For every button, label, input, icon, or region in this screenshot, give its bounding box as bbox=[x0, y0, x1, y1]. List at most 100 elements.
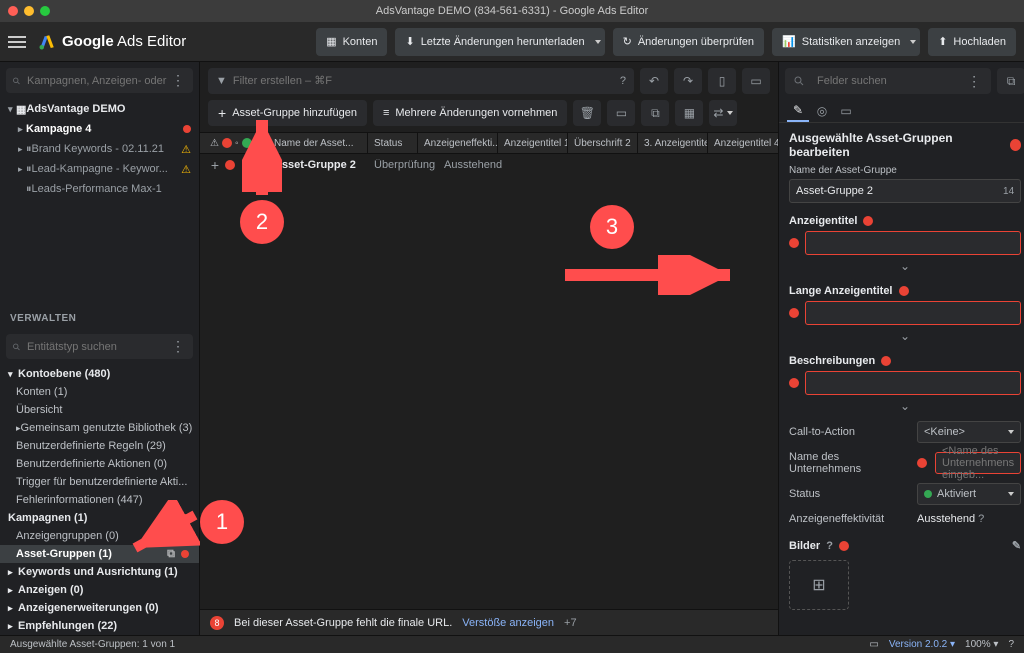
business-name-input[interactable]: <Name des Unternehmens eingeb... bbox=[935, 452, 1021, 474]
error-count-badge: 8 bbox=[210, 616, 224, 630]
status-label: Status bbox=[789, 488, 909, 500]
filter-input[interactable] bbox=[233, 75, 614, 87]
delete-button[interactable]: 🗑 bbox=[573, 100, 601, 126]
add-row-icon[interactable]: + bbox=[208, 157, 222, 173]
help-icon[interactable]: ? bbox=[620, 75, 626, 87]
preview-tab[interactable]: ▭ bbox=[835, 100, 857, 122]
nav-konten[interactable]: Konten (1) bbox=[0, 383, 199, 401]
maximize-window-button[interactable] bbox=[40, 6, 50, 16]
version-label[interactable]: Version 2.0.2 ▾ bbox=[889, 639, 955, 650]
fields-search-input[interactable] bbox=[817, 75, 959, 87]
nav-anzeigengruppen[interactable]: Anzeigengruppen (0) bbox=[0, 527, 199, 545]
window-titlebar: AdsVantage DEMO (834-561-6331) - Google … bbox=[0, 0, 1024, 22]
table-row[interactable]: + Asset-Gruppe 2 Überprüfung st... Ausst… bbox=[200, 154, 778, 176]
th-headline-4[interactable]: Anzeigentitel 4 bbox=[708, 133, 778, 153]
fields-search[interactable]: ⋮ bbox=[785, 68, 991, 94]
nav-kampagnen[interactable]: Kampagnen (1) bbox=[0, 509, 199, 527]
redo-button[interactable]: ↷ bbox=[674, 68, 702, 94]
expand-headlines[interactable]: ⌄ bbox=[789, 259, 1021, 273]
nav-account-level[interactable]: ▾Kontoebene (480) bbox=[0, 365, 199, 383]
accounts-button[interactable]: ▦ Konten bbox=[316, 28, 387, 56]
multi-edit-button[interactable]: ≡ Mehrere Änderungen vornehmen bbox=[373, 100, 567, 126]
upload-button[interactable]: ⬆ Hochladen bbox=[928, 28, 1016, 56]
google-ads-icon bbox=[38, 33, 56, 51]
filter-icon: ▼ bbox=[216, 75, 227, 87]
description-input[interactable] bbox=[805, 371, 1021, 395]
th-headline-2[interactable]: Überschrift 2 bbox=[568, 133, 638, 153]
add-asset-group-button[interactable]: +Asset-Gruppe hinzufügen bbox=[208, 100, 367, 126]
error-bar: 8 Bei dieser Asset-Gruppe fehlt die fina… bbox=[200, 609, 778, 635]
campaign-search[interactable]: ⋮ bbox=[6, 68, 193, 93]
th-status-icons[interactable]: ⚠◦ bbox=[204, 133, 268, 153]
download-changes-button[interactable]: ⬇ Letzte Änderungen herunterladen bbox=[395, 28, 604, 56]
expand-long-headlines[interactable]: ⌄ bbox=[789, 329, 1021, 343]
tree-account[interactable]: ▾▦ AdsVantage DEMO bbox=[4, 99, 195, 119]
headline-input[interactable] bbox=[805, 231, 1021, 255]
nav-anzeigen[interactable]: ▸Anzeigen (0) bbox=[0, 581, 199, 599]
replace-button[interactable]: ⇄ bbox=[709, 100, 737, 126]
nav-custom-actions[interactable]: Benutzerdefinierte Aktionen (0) bbox=[0, 455, 199, 473]
tree-brand-keywords[interactable]: ▸⏸ Brand Keywords - 02.11.21⚠ bbox=[4, 139, 195, 159]
cta-select[interactable]: <Keine> bbox=[917, 421, 1021, 443]
help-icon[interactable]: ? bbox=[978, 513, 984, 525]
nav-triggers[interactable]: Trigger für benutzerdefinierte Akti... bbox=[0, 473, 199, 491]
cell-status: Überprüfung st... bbox=[368, 159, 438, 171]
tree-lead-kampagne[interactable]: ▸⏸ Lead-Kampagne - Keywor...⚠ bbox=[4, 159, 195, 179]
fields-search-menu[interactable]: ⋮ bbox=[965, 73, 983, 90]
nav-shared-library[interactable]: ▸Gemeinsam genutzte Bibliothek (3) bbox=[0, 419, 199, 437]
entity-search[interactable]: ⋮ bbox=[6, 334, 193, 359]
campaign-search-input[interactable] bbox=[27, 75, 169, 87]
grid-button[interactable]: ▦ bbox=[675, 100, 703, 126]
review-changes-button[interactable]: ↻ Änderungen überprüfen bbox=[613, 28, 764, 56]
undo-button[interactable]: ↶ bbox=[640, 68, 668, 94]
nav-asset-gruppen[interactable]: Asset-Gruppen (1)⧉ bbox=[0, 545, 199, 563]
cta-label: Call-to-Action bbox=[789, 426, 909, 438]
entity-search-input[interactable] bbox=[27, 341, 169, 353]
error-dot-icon bbox=[881, 356, 891, 366]
campaign-search-menu[interactable]: ⋮ bbox=[169, 72, 187, 89]
targeting-tab[interactable]: ◎ bbox=[811, 100, 833, 122]
edit-tab[interactable]: ✎ bbox=[787, 100, 809, 122]
asset-name-input[interactable]: Asset-Gruppe 214 bbox=[789, 179, 1021, 203]
expand-descriptions[interactable]: ⌄ bbox=[789, 399, 1021, 413]
add-image-slot[interactable]: ⊞ bbox=[789, 560, 849, 610]
help-icon[interactable]: ? bbox=[1008, 639, 1014, 650]
zoom-level[interactable]: 100% ▾ bbox=[965, 639, 998, 650]
descriptions-header: Beschreibungen bbox=[789, 355, 1021, 367]
video-button[interactable]: ▭ bbox=[607, 100, 635, 126]
tree-campaign-4[interactable]: ▸Kampagne 4 bbox=[4, 119, 195, 139]
nav-erweiterungen[interactable]: ▸Anzeigenerweiterungen (0) bbox=[0, 599, 199, 617]
window-title: AdsVantage DEMO (834-561-6331) - Google … bbox=[376, 5, 649, 17]
th-headline-3[interactable]: 3. Anzeigentitel bbox=[638, 133, 708, 153]
close-window-button[interactable] bbox=[8, 6, 18, 16]
th-effectiveness[interactable]: Anzeigeneffekti... bbox=[418, 133, 498, 153]
status-select[interactable]: Aktiviert bbox=[917, 483, 1021, 505]
th-name[interactable]: Name der Asset... bbox=[268, 133, 368, 153]
panel-toggle-2[interactable]: ▭ bbox=[742, 68, 770, 94]
minimize-window-button[interactable] bbox=[24, 6, 34, 16]
panel-toggle-1[interactable]: ▯ bbox=[708, 68, 736, 94]
th-status[interactable]: Status bbox=[368, 133, 418, 153]
copy-button[interactable]: ⧉ bbox=[641, 100, 669, 126]
statistics-button[interactable]: 📊 Statistiken anzeigen bbox=[772, 28, 920, 56]
entity-search-menu[interactable]: ⋮ bbox=[169, 338, 187, 355]
filter-box[interactable]: ▼ ? bbox=[208, 68, 634, 94]
nav-keywords[interactable]: ▸Keywords und Ausrichtung (1) bbox=[0, 563, 199, 581]
effectiveness-label: Anzeigeneffektivität bbox=[789, 513, 909, 525]
help-icon[interactable]: ? bbox=[826, 540, 833, 552]
nav-custom-rules[interactable]: Benutzerdefinierte Regeln (29) bbox=[0, 437, 199, 455]
show-violations-link[interactable]: Verstöße anzeigen bbox=[462, 617, 554, 629]
popout-button[interactable]: ⧉ bbox=[997, 68, 1024, 94]
table-header: ⚠◦ Name der Asset... Status Anzeigeneffe… bbox=[200, 132, 778, 154]
feedback-icon[interactable]: ▭ bbox=[869, 639, 878, 650]
nav-errors[interactable]: Fehlerinformationen (447) bbox=[0, 491, 199, 509]
edit-images-button[interactable]: ✎ bbox=[1012, 539, 1021, 552]
hamburger-menu-button[interactable] bbox=[8, 36, 26, 48]
error-dot-icon bbox=[863, 216, 873, 226]
tree-leads-pmax[interactable]: ⏸ Leads-Performance Max-1 bbox=[4, 179, 195, 199]
nav-empfehlungen[interactable]: ▸Empfehlungen (22) bbox=[0, 617, 199, 635]
open-icon[interactable]: ⧉ bbox=[167, 548, 175, 561]
th-headline-1[interactable]: Anzeigentitel 1 bbox=[498, 133, 568, 153]
nav-uebersicht[interactable]: Übersicht bbox=[0, 401, 199, 419]
long-headline-input[interactable] bbox=[805, 301, 1021, 325]
